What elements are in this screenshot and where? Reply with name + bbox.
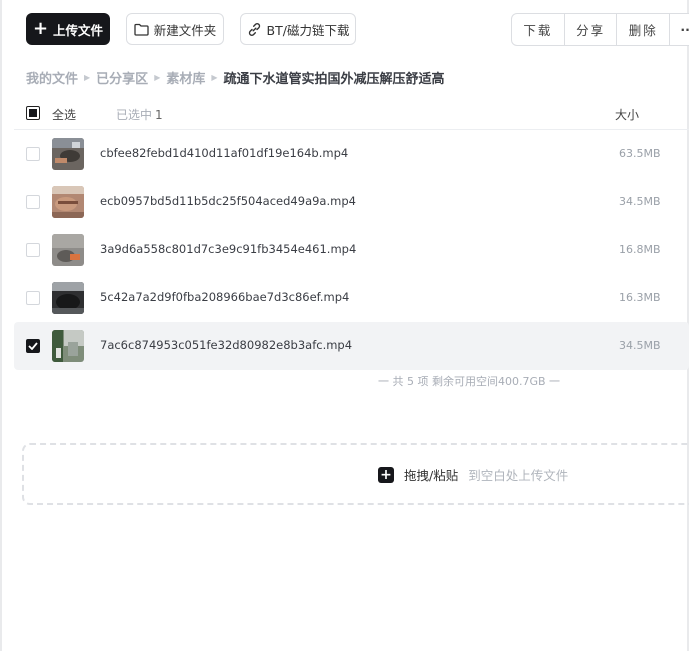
storage-summary: 一 共 5 项 剩余可用空间400.7GB 一 [378,375,561,388]
breadcrumb-shared[interactable]: 已分享区 [96,68,148,87]
selected-count-label: 已选中 1 [116,106,163,123]
dropzone-content: + 拖拽/粘贴 到空白处上传文件 [378,465,568,484]
more-button[interactable]: ·· [670,14,689,45]
breadcrumb-material-library[interactable]: 素材库 [166,68,205,87]
bt-download-button-label: BT/磁力链下载 [266,22,350,38]
link-icon [248,22,260,36]
file-checkbox[interactable] [26,291,40,305]
size-column-header[interactable]: 大小 [615,106,639,123]
breadcrumb-my-files[interactable]: 我的文件 [26,68,78,87]
file-checkbox[interactable] [26,195,40,209]
download-button[interactable]: 下载 [512,14,565,45]
checkmark-icon [28,342,38,350]
video-thumbnail [52,282,84,314]
bt-download-button[interactable]: BT/磁力链下载 [240,13,356,45]
video-thumbnail [52,330,84,362]
file-size: 63.5MB [619,147,661,160]
file-name[interactable]: ecb0957bd5d11b5dc25f504aced49a9a.mp4 [100,194,356,208]
selected-count: 1 [155,108,163,122]
breadcrumb-separator-icon: ▶ [154,73,161,82]
new-folder-button-label: 新建文件夹 [153,22,217,38]
file-row[interactable]: cbfee82febd1d410d11af01df19e164b.mp4 63.… [14,130,689,178]
file-row[interactable]: ecb0957bd5d11b5dc25f504aced49a9a.mp4 34.… [14,178,689,226]
video-thumbnail [52,234,84,266]
share-button[interactable]: 分享 [565,14,618,45]
file-checkbox[interactable] [26,339,40,353]
list-header: 全选 已选中 1 大小 [14,98,689,130]
file-checkbox[interactable] [26,147,40,161]
left-border [0,0,2,651]
video-thumbnail [52,186,84,218]
action-button-group: 下载 分享 删除 ·· [511,13,689,46]
file-row[interactable]: 5c42a7a2d9f0fba208966bae7d3c86ef.mp4 16.… [14,274,689,322]
file-size: 34.5MB [619,195,661,208]
file-size: 34.5MB [619,339,661,352]
file-name[interactable]: cbfee82febd1d410d11af01df19e164b.mp4 [100,146,348,160]
select-all-checkbox[interactable] [26,106,40,120]
dropzone-hint: 到空白处上传文件 [468,468,569,483]
selected-text: 已选中 [116,108,153,122]
file-size: 16.8MB [619,243,661,256]
plus-icon: + [32,18,49,39]
breadcrumb: 我的文件 ▶ 已分享区 ▶ 素材库 ▶ 疏通下水道管实拍国外减压解压舒适高 [26,68,445,87]
file-row[interactable]: 7ac6c874953c051fe32d80982e8b3afc.mp4 34.… [14,322,689,370]
breadcrumb-current-folder: 疏通下水道管实拍国外减压解压舒适高 [223,72,445,87]
video-thumbnail [52,138,84,170]
file-row[interactable]: 3a9d6a558c801d7c3e9c91fb3454e461.mp4 16.… [14,226,689,274]
upload-button[interactable]: + 上传文件 [26,13,110,45]
select-all-label[interactable]: 全选 [52,106,76,123]
file-name[interactable]: 7ac6c874953c051fe32d80982e8b3afc.mp4 [100,338,352,352]
breadcrumb-separator-icon: ▶ [211,73,218,82]
file-checkbox[interactable] [26,243,40,257]
dropzone-main-label: 拖拽/粘贴 [404,468,459,483]
file-name[interactable]: 3a9d6a558c801d7c3e9c91fb3454e461.mp4 [100,242,356,256]
breadcrumb-separator-icon: ▶ [84,73,91,82]
delete-button[interactable]: 删除 [617,14,671,45]
upload-button-label: 上传文件 [53,22,104,38]
file-name[interactable]: 5c42a7a2d9f0fba208966bae7d3c86ef.mp4 [100,290,349,304]
upload-dropzone[interactable]: + 拖拽/粘贴 到空白处上传文件 [22,443,689,505]
new-folder-button[interactable]: 新建文件夹 [126,13,224,45]
plus-box-icon: + [378,466,394,483]
folder-icon [134,23,149,36]
file-size: 16.3MB [619,291,661,304]
